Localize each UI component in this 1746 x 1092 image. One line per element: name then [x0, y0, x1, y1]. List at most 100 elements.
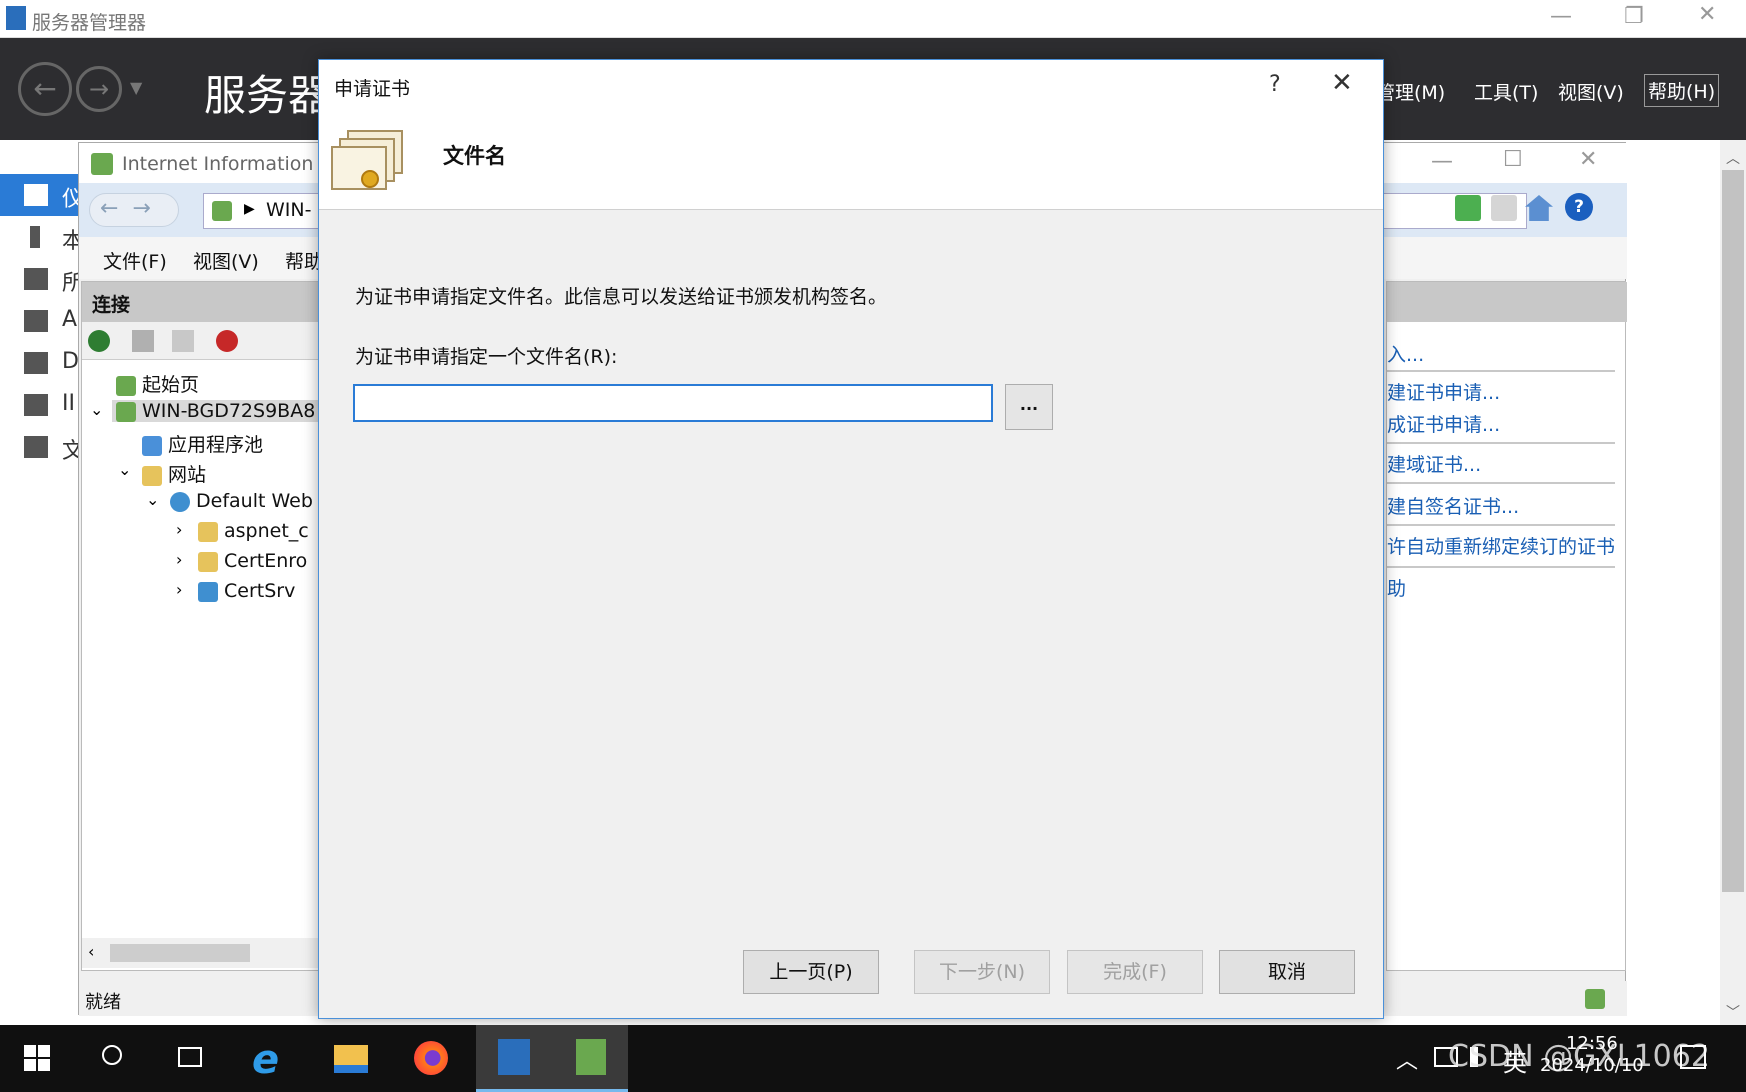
iis-minimize-button[interactable]: —: [1431, 149, 1453, 174]
connections-header: 连接: [82, 282, 322, 322]
home-icon[interactable]: [1525, 195, 1553, 221]
tree-item-start-page[interactable]: 起始页: [116, 370, 199, 397]
start-button[interactable]: [0, 1025, 76, 1092]
minimize-button[interactable]: —: [1550, 4, 1572, 29]
iis-title: Internet Information S: [122, 153, 332, 175]
server-manager-title: 服务器管理器: [32, 12, 147, 34]
help-icon[interactable]: ?: [1565, 193, 1593, 221]
task-view-button[interactable]: [152, 1025, 228, 1092]
taskbar-ie[interactable]: e: [232, 1025, 308, 1092]
chevron-down-icon[interactable]: ⌄: [146, 490, 159, 509]
tree-item-certenroll[interactable]: CertEnro: [198, 550, 307, 572]
iis-back-icon[interactable]: ← →: [89, 193, 179, 227]
sidebar-item-dns[interactable]: D: [0, 342, 79, 384]
action-auto-rebind[interactable]: 许自动重新绑定续订的证书: [1387, 532, 1615, 559]
dialog-help-button[interactable]: ?: [1269, 72, 1281, 97]
tray-chevron-icon[interactable]: ︿: [1396, 1043, 1418, 1075]
iis-close-button[interactable]: ✕: [1579, 147, 1597, 172]
taskbar: e ︿ CSDN @GXL1062 英 12:56 2024/10/10: [0, 1025, 1746, 1092]
tree-item-server[interactable]: WIN-BGD72S9BA8: [112, 400, 320, 422]
browse-button[interactable]: ...: [1005, 384, 1053, 430]
action-create-domain-cert[interactable]: 建域证书...: [1387, 450, 1481, 477]
chevron-down-icon[interactable]: ⌄: [90, 400, 103, 419]
dns-icon: [24, 352, 48, 374]
chevron-down-icon[interactable]: ⌄: [118, 460, 131, 479]
forward-arrow-icon[interactable]: →: [76, 66, 122, 112]
action-import[interactable]: 入...: [1387, 340, 1424, 367]
finish-button[interactable]: 完成(F): [1067, 950, 1203, 994]
filename-input[interactable]: [353, 384, 993, 422]
dialog-close-button[interactable]: ✕: [1331, 68, 1353, 98]
request-certificate-dialog: 申请证书 ? ✕ 文件名 为证书申请指定文件名。此信息可以发送给证书颁发机构签名…: [318, 59, 1384, 1019]
restore-button[interactable]: ❐: [1624, 4, 1644, 29]
menu-view[interactable]: 视图(V): [1558, 78, 1624, 105]
chevron-right-icon[interactable]: ›: [176, 520, 182, 539]
server-icon: [30, 226, 40, 248]
action-create-self-signed[interactable]: 建自签名证书...: [1387, 492, 1519, 519]
close-button[interactable]: ✕: [1698, 2, 1716, 27]
action-separator: [1387, 370, 1615, 372]
globe-icon: [170, 491, 190, 512]
taskbar-server-manager[interactable]: [476, 1025, 552, 1092]
actions-header: [1387, 282, 1627, 322]
taskbar-file-explorer[interactable]: [312, 1025, 388, 1092]
sidebar-item-all-servers[interactable]: 所: [0, 258, 84, 300]
horizontal-scroll-thumb[interactable]: [110, 944, 250, 962]
tree-item-certsrv[interactable]: CertSrv: [198, 580, 295, 602]
tree-item-default-web-site[interactable]: Default Web: [170, 490, 313, 512]
action-complete-request[interactable]: 成证书申请...: [1387, 410, 1500, 437]
dialog-description: 为证书申请指定文件名。此信息可以发送给证书颁发机构签名。: [355, 286, 888, 308]
scroll-left-icon[interactable]: ‹: [88, 942, 94, 961]
refresh-icon[interactable]: [1455, 195, 1481, 221]
iis-menu-view[interactable]: 视图(V): [193, 247, 259, 274]
notification-icon[interactable]: [1680, 1045, 1706, 1069]
up-level-icon[interactable]: [172, 330, 194, 352]
certificate-services-icon: [24, 310, 48, 332]
back-arrow-icon[interactable]: ←: [18, 62, 72, 116]
scroll-down-icon[interactable]: ﹀: [1726, 1002, 1740, 1022]
sidebar-item-adcs[interactable]: A: [0, 300, 78, 342]
iis-maximize-button[interactable]: ☐: [1503, 147, 1523, 172]
sidebar-item-iis[interactable]: II: [0, 384, 78, 426]
sidebar-item-local-server[interactable]: 本: [0, 216, 84, 258]
iis-menu-file[interactable]: 文件(F): [103, 247, 167, 274]
filename-label: 为证书申请指定一个文件名(R):: [355, 346, 618, 368]
taskbar-firefox[interactable]: [392, 1025, 468, 1092]
action-help[interactable]: 助: [1387, 574, 1406, 601]
stop-icon[interactable]: [1491, 195, 1517, 221]
action-create-request[interactable]: 建证书申请...: [1387, 378, 1500, 405]
connect-icon[interactable]: [88, 330, 110, 352]
search-button[interactable]: [76, 1025, 152, 1092]
tree-item-app-pools[interactable]: 应用程序池: [142, 430, 263, 457]
server-manager-page-title: 服务器: [204, 71, 331, 120]
internet-explorer-icon: e: [252, 1037, 280, 1083]
input-language-indicator[interactable]: 英: [1503, 1043, 1527, 1078]
menu-manage[interactable]: 管理(M): [1376, 78, 1445, 105]
dialog-title: 申请证书: [334, 78, 411, 100]
taskbar-iis-manager[interactable]: [552, 1025, 628, 1092]
connections-horizontal-scrollbar[interactable]: ‹: [82, 938, 322, 968]
chevron-right-icon[interactable]: ›: [176, 550, 182, 569]
windows-logo-icon: [24, 1045, 50, 1071]
sidebar-item-file-services[interactable]: 文: [0, 426, 84, 468]
sites-folder-icon: [142, 465, 162, 486]
scroll-up-icon[interactable]: ︿: [1726, 148, 1740, 168]
save-icon[interactable]: [132, 330, 154, 352]
search-icon: [102, 1045, 122, 1065]
clock-date: 2024/10/10: [1540, 1055, 1644, 1076]
firefox-icon: [414, 1041, 448, 1075]
next-button[interactable]: 下一步(N): [914, 950, 1050, 994]
previous-button[interactable]: 上一页(P): [743, 950, 879, 994]
tree-item-sites[interactable]: 网站: [142, 460, 206, 487]
cancel-button[interactable]: 取消: [1219, 950, 1355, 994]
menu-tools[interactable]: 工具(T): [1474, 78, 1538, 105]
certificate-icon: [331, 130, 407, 194]
tree-item-aspnet-client[interactable]: aspnet_c: [198, 520, 309, 542]
disconnect-icon[interactable]: [216, 330, 238, 352]
taskbar-clock[interactable]: 12:56 2024/10/10: [1540, 1033, 1644, 1077]
history-dropdown-icon[interactable]: ▼: [130, 78, 142, 97]
menu-help[interactable]: 帮助(H): [1644, 74, 1720, 107]
chevron-right-icon[interactable]: ›: [176, 580, 182, 599]
sidebar-item-dashboard[interactable]: 仪: [0, 174, 84, 216]
scrollbar-thumb[interactable]: [1722, 170, 1744, 892]
